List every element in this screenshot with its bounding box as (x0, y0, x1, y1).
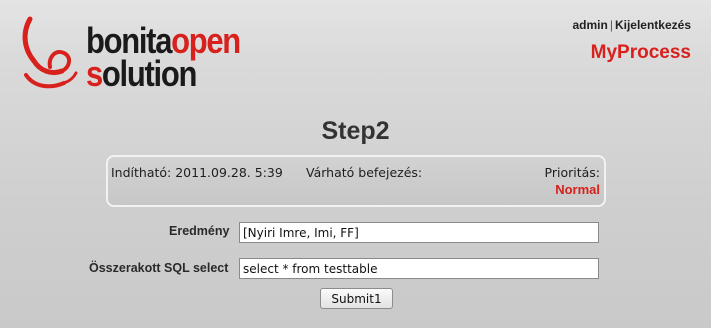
result-input[interactable] (239, 222, 599, 243)
priority-value: Normal (555, 182, 600, 197)
logo-wordmark: bonitaopen solution (86, 23, 241, 92)
result-label: Eredmény (169, 224, 230, 238)
step-info-panel: Indítható: 2011.09.28. 5:39 Várható befe… (106, 155, 606, 207)
submit-button[interactable]: Submit1 (320, 288, 393, 309)
logout-link[interactable]: Kijelentkezés (615, 18, 691, 32)
logo-text-s: s (86, 53, 103, 94)
priority-label: Prioritás: (544, 165, 600, 180)
bonita-logo-icon (22, 16, 78, 89)
logo-text-olution: olution (101, 53, 197, 94)
process-name: MyProcess (590, 42, 691, 63)
startable-date: Indítható: 2011.09.28. 5:39 (111, 165, 283, 180)
step-title: Step2 (321, 117, 390, 145)
user-links-separator: | (609, 18, 613, 32)
user-links: admin | Kijelentkezés (572, 18, 691, 32)
sql-select-input[interactable] (239, 258, 599, 279)
user-name-link[interactable]: admin (572, 18, 607, 32)
bonita-logo: bonitaopen solution (20, 15, 260, 95)
expected-end-label: Várható befejezés: (306, 165, 423, 180)
sql-select-label: Összerakott SQL select (89, 261, 229, 275)
